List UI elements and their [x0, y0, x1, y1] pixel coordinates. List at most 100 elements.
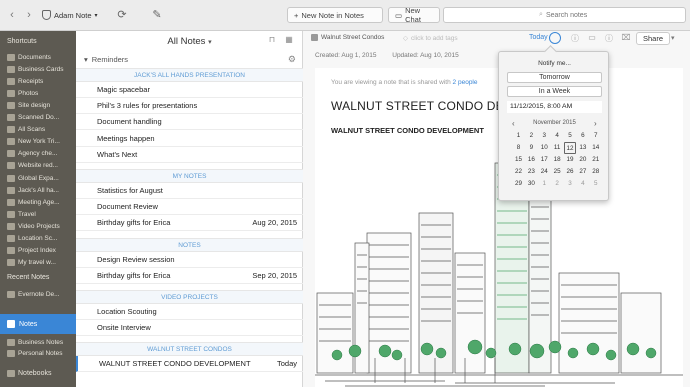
- sidebar-item-shortcut[interactable]: Global Expa...: [7, 173, 59, 183]
- calendar-day[interactable]: 22: [512, 166, 525, 178]
- datetime-input[interactable]: 11/12/2015, 8:00 AM: [507, 101, 602, 113]
- sidebar-item-shortcut[interactable]: Travel: [7, 209, 36, 219]
- sidebar-item-shortcut[interactable]: Agency che...: [7, 149, 57, 159]
- note-list-row[interactable]: Birthday gifts for Erica Aug 20, 2015: [76, 215, 303, 232]
- note-list-row[interactable]: Location Scouting: [76, 304, 303, 320]
- shortcut-icon: [7, 210, 15, 218]
- calendar-day[interactable]: 1: [512, 130, 525, 142]
- sidebar-item-shortcut[interactable]: Scanned Do...: [7, 113, 59, 123]
- sidebar-item-notebooks[interactable]: Notebooks: [7, 368, 51, 378]
- calendar-day[interactable]: 1: [538, 178, 551, 190]
- calendar-day[interactable]: 10: [538, 142, 551, 154]
- shared-people-link[interactable]: 2 people: [453, 79, 478, 86]
- calendar-day[interactable]: 8: [512, 142, 525, 154]
- chevron-down-icon[interactable]: ▾: [671, 34, 675, 42]
- search-input[interactable]: [545, 11, 590, 19]
- notebook-selector[interactable]: Walnut Street Condos: [311, 34, 384, 41]
- calendar-day[interactable]: 15: [512, 154, 525, 166]
- new-note-button[interactable]: + New Note in Notes: [287, 7, 383, 23]
- calendar-day[interactable]: 19: [564, 154, 577, 166]
- calendar-day[interactable]: 11: [551, 142, 564, 154]
- calendar-day[interactable]: 23: [525, 166, 538, 178]
- back-icon[interactable]: ‹: [5, 6, 19, 24]
- calendar-day[interactable]: 2: [525, 130, 538, 142]
- tag-input[interactable]: ◇ click to add tags: [403, 34, 458, 43]
- reminders-section[interactable]: ▾ Reminders: [84, 55, 128, 64]
- calendar-day[interactable]: 27: [576, 166, 589, 178]
- sync-icon[interactable]: ⟳: [114, 7, 130, 23]
- reminder-today-label[interactable]: Today: [529, 34, 548, 41]
- note-list-row[interactable]: Onsite Interview: [76, 320, 303, 337]
- next-month-icon[interactable]: ›: [594, 119, 597, 128]
- calendar-day[interactable]: 4: [551, 130, 564, 142]
- in-a-week-button[interactable]: In a Week: [507, 86, 602, 97]
- note-list-row[interactable]: Phil's 3 rules for presentations: [76, 98, 303, 115]
- activity-icon[interactable]: ✎: [149, 7, 165, 23]
- sidebar-item-shortcut[interactable]: Site design: [7, 100, 50, 110]
- calendar-day[interactable]: 5: [589, 178, 602, 190]
- lock-icon[interactable]: ⊓: [266, 35, 278, 46]
- new-chat-button[interactable]: ▭ New Chat: [388, 6, 440, 24]
- sidebar-item-shortcut[interactable]: Location Sc...: [7, 234, 57, 244]
- sidebar-item-business-notes[interactable]: Business Notes: [7, 337, 63, 347]
- calendar-day[interactable]: 16: [525, 154, 538, 166]
- sidebar-item-shortcut[interactable]: Business Cards: [7, 64, 64, 74]
- calendar-day[interactable]: 17: [538, 154, 551, 166]
- calendar-day[interactable]: 9: [525, 142, 538, 154]
- sidebar-item-shortcut[interactable]: My travel w...: [7, 258, 56, 268]
- search-box[interactable]: ⌕: [443, 7, 686, 23]
- note-list-row[interactable]: Statistics for August: [76, 183, 303, 199]
- sidebar-item-shortcut[interactable]: New York Tri...: [7, 137, 60, 147]
- sidebar-item-shortcut[interactable]: Photos: [7, 88, 38, 98]
- calendar-day[interactable]: 21: [589, 154, 602, 166]
- calendar-day[interactable]: 5: [564, 130, 577, 142]
- view-toggle-icon[interactable]: ▦: [283, 35, 295, 46]
- note-list-row[interactable]: WALNUT STREET CONDO DEVELOPMENT Today: [76, 356, 303, 373]
- sidebar-item-shortcut[interactable]: Documents: [7, 52, 51, 62]
- calendar-day[interactable]: 30: [525, 178, 538, 190]
- sidebar-item-personal-notes[interactable]: Personal Notes: [7, 348, 62, 358]
- gear-icon[interactable]: ⚙: [288, 54, 296, 65]
- note-list-row[interactable]: Design Review session: [76, 252, 303, 268]
- note-list-row[interactable]: Document Review: [76, 199, 303, 216]
- note-list-row[interactable]: What's Next: [76, 147, 303, 163]
- calendar-day[interactable]: 3: [538, 130, 551, 142]
- sidebar-item-shortcut[interactable]: Project Index: [7, 246, 56, 256]
- calendar-day[interactable]: 2: [551, 178, 564, 190]
- sidebar-item-shortcut[interactable]: Receipts: [7, 76, 43, 86]
- calendar-day[interactable]: 7: [589, 130, 602, 142]
- sidebar-item-shortcut[interactable]: Meeting Age...: [7, 197, 60, 207]
- share-button[interactable]: Share: [636, 32, 671, 45]
- note-list-row[interactable]: Document handling: [76, 114, 303, 131]
- forward-icon[interactable]: ›: [22, 6, 36, 24]
- alarm-clock-icon[interactable]: [549, 32, 561, 44]
- sidebar-item-shortcut[interactable]: Jack's All ha...: [7, 185, 59, 195]
- info-circle-icon[interactable]: ⓘ: [603, 33, 615, 45]
- calendar-day[interactable]: 12: [563, 142, 577, 154]
- calendar-day[interactable]: 20: [576, 154, 589, 166]
- calendar-day[interactable]: 3: [564, 178, 577, 190]
- calendar-day[interactable]: 14: [589, 142, 602, 154]
- calendar-day[interactable]: 18: [551, 154, 564, 166]
- note-list-row[interactable]: Birthday gifts for Erica Sep 20, 2015: [76, 268, 303, 284]
- calendar-day[interactable]: 26: [564, 166, 577, 178]
- info-icon[interactable]: ⓘ: [569, 33, 581, 45]
- sidebar-item-shortcut[interactable]: Video Projects: [7, 221, 60, 231]
- presentation-icon[interactable]: ▭: [586, 33, 598, 45]
- account-switcher[interactable]: Adam Note ▾: [42, 8, 98, 22]
- sidebar-item-notes[interactable]: Notes: [0, 314, 76, 334]
- tomorrow-button[interactable]: Tomorrow: [507, 72, 602, 83]
- note-list-row[interactable]: Meetings happen: [76, 131, 303, 147]
- calendar-day[interactable]: 29: [512, 178, 525, 190]
- note-list-row[interactable]: Magic spacebar: [76, 82, 303, 98]
- sidebar-item-shortcut[interactable]: All Scans: [7, 125, 45, 135]
- calendar-day[interactable]: 13: [576, 142, 589, 154]
- recent-item[interactable]: Evernote De...: [7, 289, 60, 299]
- calendar-day[interactable]: 4: [576, 178, 589, 190]
- calendar-day[interactable]: 24: [538, 166, 551, 178]
- sidebar-item-shortcut[interactable]: Website red...: [7, 161, 58, 171]
- trash-icon[interactable]: ⌧: [620, 33, 632, 45]
- calendar-day[interactable]: 25: [551, 166, 564, 178]
- calendar-day[interactable]: 6: [576, 130, 589, 142]
- calendar-day[interactable]: 28: [589, 166, 602, 178]
